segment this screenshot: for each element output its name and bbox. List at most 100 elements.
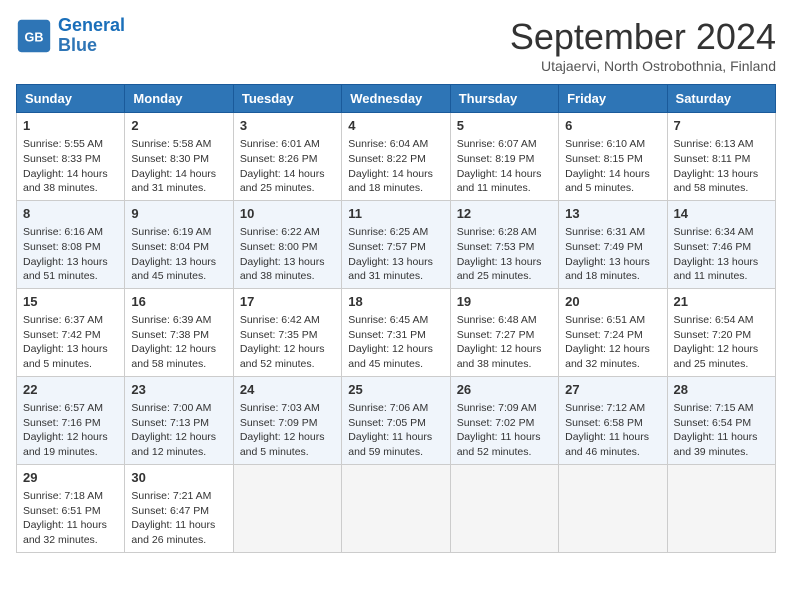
day-info-line: Sunrise: 6:01 AM bbox=[240, 137, 335, 152]
day-info-line: Sunset: 7:27 PM bbox=[457, 328, 552, 343]
day-number: 12 bbox=[457, 205, 552, 223]
calendar-day-cell: 25Sunrise: 7:06 AMSunset: 7:05 PMDayligh… bbox=[342, 376, 450, 464]
day-info-line: Daylight: 11 hours bbox=[457, 430, 552, 445]
day-info-line: Sunrise: 6:28 AM bbox=[457, 225, 552, 240]
day-info-line: Sunset: 7:38 PM bbox=[131, 328, 226, 343]
calendar-day-cell: 17Sunrise: 6:42 AMSunset: 7:35 PMDayligh… bbox=[233, 288, 341, 376]
calendar-week-row: 1Sunrise: 5:55 AMSunset: 8:33 PMDaylight… bbox=[17, 113, 776, 201]
day-number: 16 bbox=[131, 293, 226, 311]
calendar-day-cell: 28Sunrise: 7:15 AMSunset: 6:54 PMDayligh… bbox=[667, 376, 775, 464]
day-info-line: and 5 minutes. bbox=[565, 181, 660, 196]
day-number: 11 bbox=[348, 205, 443, 223]
day-number: 21 bbox=[674, 293, 769, 311]
day-info-line: and 11 minutes. bbox=[674, 269, 769, 284]
day-info-line: Sunset: 8:00 PM bbox=[240, 240, 335, 255]
day-info-line: and 5 minutes. bbox=[240, 445, 335, 460]
calendar-day-cell: 21Sunrise: 6:54 AMSunset: 7:20 PMDayligh… bbox=[667, 288, 775, 376]
calendar-week-row: 22Sunrise: 6:57 AMSunset: 7:16 PMDayligh… bbox=[17, 376, 776, 464]
day-info-line: Sunset: 7:42 PM bbox=[23, 328, 118, 343]
day-info-line: Daylight: 11 hours bbox=[565, 430, 660, 445]
day-info-line: Daylight: 14 hours bbox=[23, 167, 118, 182]
day-info-line: Daylight: 13 hours bbox=[565, 255, 660, 270]
calendar-day-cell: 20Sunrise: 6:51 AMSunset: 7:24 PMDayligh… bbox=[559, 288, 667, 376]
day-info-line: and 31 minutes. bbox=[348, 269, 443, 284]
day-info-line: Daylight: 11 hours bbox=[348, 430, 443, 445]
calendar-day-cell: 11Sunrise: 6:25 AMSunset: 7:57 PMDayligh… bbox=[342, 200, 450, 288]
day-info-line: Sunset: 8:30 PM bbox=[131, 152, 226, 167]
day-info-line: and 26 minutes. bbox=[131, 533, 226, 548]
day-info-line: Sunrise: 6:42 AM bbox=[240, 313, 335, 328]
day-info-line: and 38 minutes. bbox=[457, 357, 552, 372]
calendar-day-cell: 6Sunrise: 6:10 AMSunset: 8:15 PMDaylight… bbox=[559, 113, 667, 201]
calendar-day-cell: 14Sunrise: 6:34 AMSunset: 7:46 PMDayligh… bbox=[667, 200, 775, 288]
day-number: 6 bbox=[565, 117, 660, 135]
day-info-line: and 25 minutes. bbox=[240, 181, 335, 196]
day-info-line: Sunset: 8:33 PM bbox=[23, 152, 118, 167]
day-info-line: Sunrise: 6:39 AM bbox=[131, 313, 226, 328]
day-info-line: Daylight: 12 hours bbox=[23, 430, 118, 445]
day-info-line: Daylight: 11 hours bbox=[131, 518, 226, 533]
day-info-line: Sunset: 8:04 PM bbox=[131, 240, 226, 255]
day-info-line: Sunset: 7:53 PM bbox=[457, 240, 552, 255]
calendar-day-cell: 7 Sunrise: 6:13 AMSunset: 8:11 PMDaylight… bbox=[667, 113, 775, 201]
calendar-day-cell: 23Sunrise: 7:00 AMSunset: 7:13 PMDayligh… bbox=[125, 376, 233, 464]
day-info-line: Daylight: 12 hours bbox=[674, 342, 769, 357]
day-info-line: Sunset: 7:13 PM bbox=[131, 416, 226, 431]
calendar-day-cell: 16Sunrise: 6:39 AMSunset: 7:38 PMDayligh… bbox=[125, 288, 233, 376]
day-number: 7 bbox=[674, 117, 769, 135]
day-number: 22 bbox=[23, 381, 118, 399]
day-info-line: Sunrise: 7:03 AM bbox=[240, 401, 335, 416]
day-info-line: Daylight: 14 hours bbox=[131, 167, 226, 182]
calendar-week-row: 8Sunrise: 6:16 AMSunset: 8:08 PMDaylight… bbox=[17, 200, 776, 288]
day-info-line: Daylight: 12 hours bbox=[457, 342, 552, 357]
day-info-line: Daylight: 13 hours bbox=[131, 255, 226, 270]
logo-text: General Blue bbox=[58, 16, 125, 56]
day-info-line: Daylight: 13 hours bbox=[674, 167, 769, 182]
calendar-header-row: SundayMondayTuesdayWednesdayThursdayFrid… bbox=[17, 85, 776, 113]
page-header: GB General Blue September 2024 Utajaervi… bbox=[16, 16, 776, 74]
day-info-line: Sunset: 8:11 PM bbox=[674, 152, 769, 167]
calendar-table: SundayMondayTuesdayWednesdayThursdayFrid… bbox=[16, 84, 776, 553]
day-info-line: Daylight: 13 hours bbox=[674, 255, 769, 270]
day-info-line: Daylight: 13 hours bbox=[348, 255, 443, 270]
day-info-line: Sunrise: 6:04 AM bbox=[348, 137, 443, 152]
calendar-week-row: 15Sunrise: 6:37 AMSunset: 7:42 PMDayligh… bbox=[17, 288, 776, 376]
day-info-line: Sunrise: 6:19 AM bbox=[131, 225, 226, 240]
day-info-line: and 39 minutes. bbox=[674, 445, 769, 460]
logo-icon: GB bbox=[16, 18, 52, 54]
day-info-line: and 31 minutes. bbox=[131, 181, 226, 196]
day-info-line: and 12 minutes. bbox=[131, 445, 226, 460]
calendar-day-cell: 24Sunrise: 7:03 AMSunset: 7:09 PMDayligh… bbox=[233, 376, 341, 464]
location-subtitle: Utajaervi, North Ostrobothnia, Finland bbox=[510, 58, 776, 74]
day-number: 28 bbox=[674, 381, 769, 399]
day-info-line: Sunset: 8:08 PM bbox=[23, 240, 118, 255]
header-day-sunday: Sunday bbox=[17, 85, 125, 113]
day-info-line: Daylight: 11 hours bbox=[674, 430, 769, 445]
calendar-day-cell bbox=[667, 464, 775, 552]
day-info-line: Sunrise: 6:54 AM bbox=[674, 313, 769, 328]
logo: GB General Blue bbox=[16, 16, 125, 56]
calendar-day-cell: 8Sunrise: 6:16 AMSunset: 8:08 PMDaylight… bbox=[17, 200, 125, 288]
calendar-day-cell: 27Sunrise: 7:12 AMSunset: 6:58 PMDayligh… bbox=[559, 376, 667, 464]
day-info-line: Sunrise: 6:13 AM bbox=[674, 137, 769, 152]
day-info-line: Sunset: 6:58 PM bbox=[565, 416, 660, 431]
day-number: 3 bbox=[240, 117, 335, 135]
header-day-monday: Monday bbox=[125, 85, 233, 113]
day-number: 10 bbox=[240, 205, 335, 223]
day-info-line: Sunrise: 6:34 AM bbox=[674, 225, 769, 240]
day-number: 30 bbox=[131, 469, 226, 487]
svg-text:GB: GB bbox=[25, 30, 44, 44]
day-info-line: Daylight: 12 hours bbox=[565, 342, 660, 357]
day-info-line: and 11 minutes. bbox=[457, 181, 552, 196]
day-info-line: Sunset: 8:15 PM bbox=[565, 152, 660, 167]
calendar-day-cell: 2Sunrise: 5:58 AMSunset: 8:30 PMDaylight… bbox=[125, 113, 233, 201]
calendar-day-cell: 26Sunrise: 7:09 AMSunset: 7:02 PMDayligh… bbox=[450, 376, 558, 464]
day-info-line: Sunrise: 6:25 AM bbox=[348, 225, 443, 240]
day-info-line: and 32 minutes. bbox=[565, 357, 660, 372]
day-info-line: and 5 minutes. bbox=[23, 357, 118, 372]
day-number: 1 bbox=[23, 117, 118, 135]
calendar-day-cell: 3Sunrise: 6:01 AMSunset: 8:26 PMDaylight… bbox=[233, 113, 341, 201]
calendar-day-cell: 15Sunrise: 6:37 AMSunset: 7:42 PMDayligh… bbox=[17, 288, 125, 376]
day-info-line: Sunset: 7:05 PM bbox=[348, 416, 443, 431]
day-info-line: Daylight: 14 hours bbox=[457, 167, 552, 182]
